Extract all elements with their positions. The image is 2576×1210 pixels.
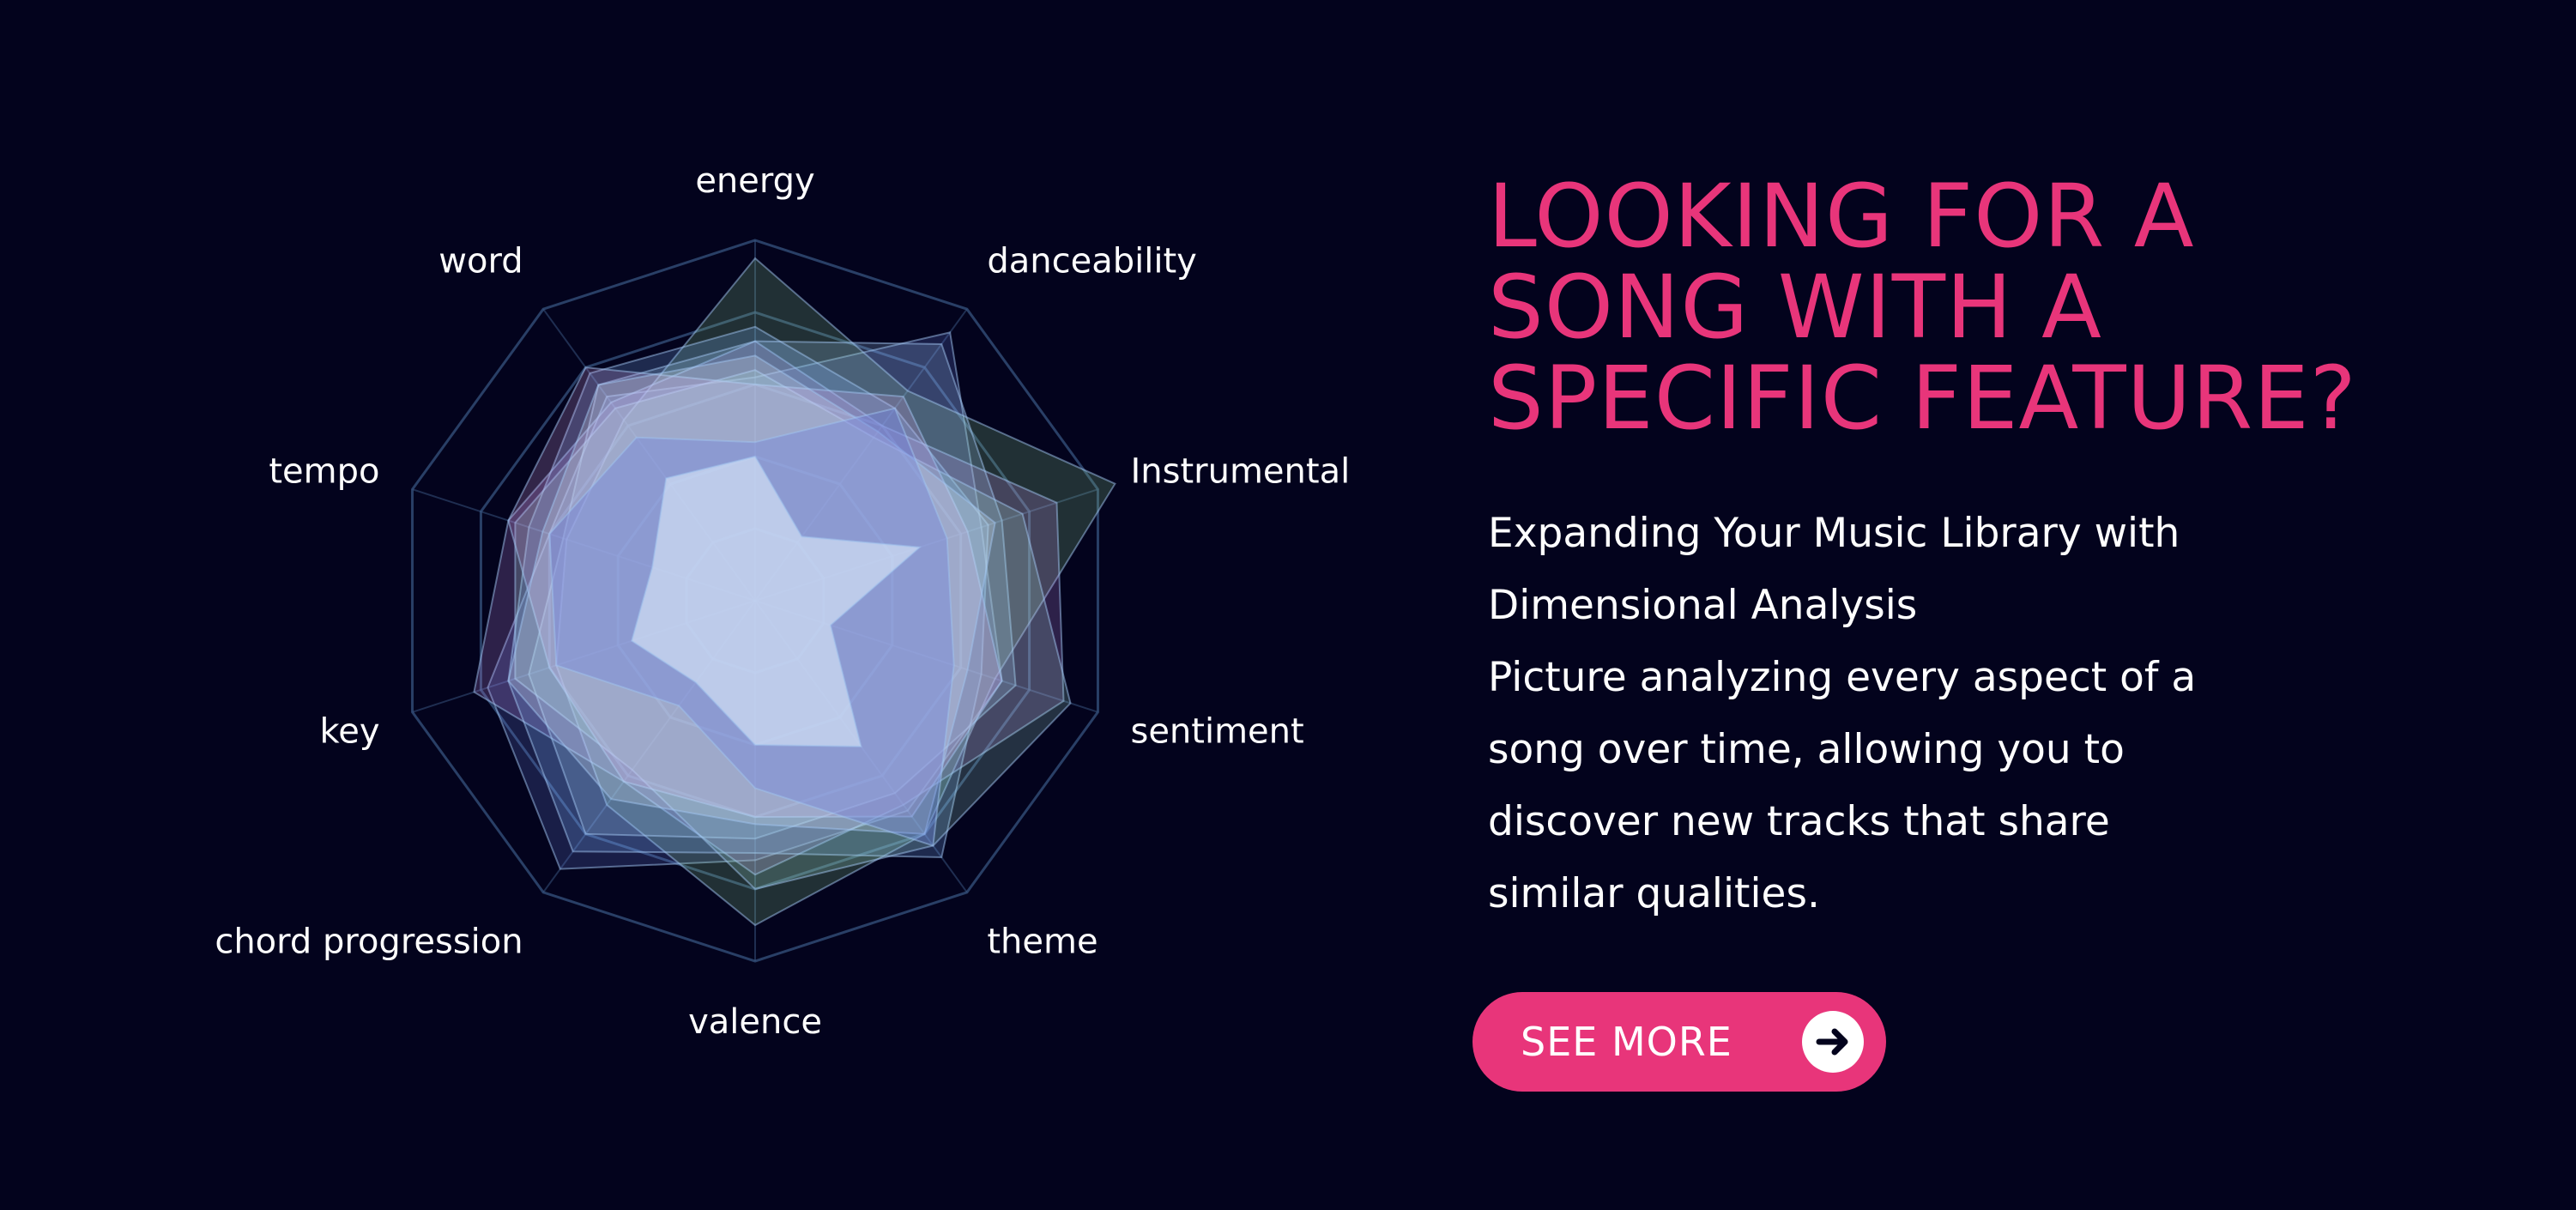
description-line-2: Dimensional Analysis xyxy=(1488,582,1918,629)
radar-axis-label: theme xyxy=(987,922,1098,961)
see-more-button[interactable]: SEE MORE xyxy=(1472,992,1886,1092)
radar-chart-graphic: energy danceability Instrumental sentiment t… xyxy=(215,161,1350,1042)
description-line-1: Expanding Your Music Library with xyxy=(1488,510,2180,557)
headline-line-2: SONG WITH A xyxy=(1488,257,2102,359)
radar-axis-label: word xyxy=(438,242,523,281)
description-line-6: similar qualities. xyxy=(1488,870,1820,917)
radar-axis-label: tempo xyxy=(269,452,379,492)
headline-line-1: LOOKING FOR A xyxy=(1488,166,2195,268)
see-more-label: SEE MORE xyxy=(1521,1019,1732,1065)
radar-axis-label: energy xyxy=(695,161,814,201)
radar-axis-label: valence xyxy=(688,1002,822,1042)
headline: LOOKING FOR A SONG WITH A SPECIFIC FEATU… xyxy=(1488,172,2518,445)
radar-axis-label: chord progression xyxy=(215,922,523,961)
description-line-3: Picture analyzing every aspect of a xyxy=(1488,654,2197,701)
description: Expanding Your Music Library with Dimens… xyxy=(1488,498,2346,930)
headline-line-3: SPECIFIC FEATURE? xyxy=(1488,348,2357,450)
radar-axis-label: key xyxy=(319,711,379,751)
description-line-4: song over time, allowing you to xyxy=(1488,726,2125,773)
arrow-right-icon xyxy=(1802,1011,1864,1073)
radar-axis-label: sentiment xyxy=(1130,711,1303,751)
radar-chart: energy danceability Instrumental sentiment t… xyxy=(0,0,1373,1210)
radar-axis-label: Instrumental xyxy=(1130,452,1350,492)
radar-axis-label: danceability xyxy=(987,242,1196,281)
description-line-5: discover new tracks that share xyxy=(1488,798,2110,845)
